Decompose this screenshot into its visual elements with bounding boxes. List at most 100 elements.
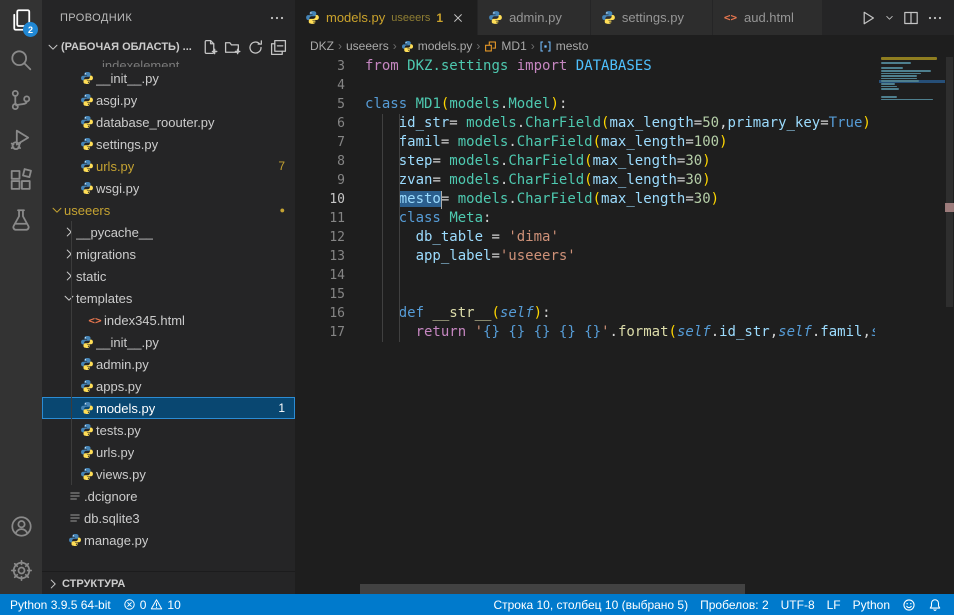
breadcrumb-mesto[interactable]: mesto [539,39,589,53]
warning-count: 10 [167,598,180,612]
tree-item-models-py[interactable]: models.py1 [42,397,295,419]
code-token: class [365,96,407,112]
tree-item-database-roouter-py[interactable]: database_roouter.py [42,111,295,133]
code-token: models [458,191,509,207]
interpreter-label: Python 3.9.5 64-bit [10,598,111,612]
refresh-icon[interactable] [247,39,264,56]
tree-item-static[interactable]: static [42,265,295,287]
tree-item-manage-py[interactable]: manage.py [42,529,295,551]
tree-item--pycache-[interactable]: __pycache__ [42,221,295,243]
tab-admin-py[interactable]: admin.py [478,0,591,35]
tree-item--init-py[interactable]: __init__.py [42,67,295,89]
code-token: : [483,210,491,226]
python-interpreter-status[interactable]: Python 3.9.5 64-bit [4,594,117,615]
tree-item-asgi-py[interactable]: asgi.py [42,89,295,111]
line-number: 6 [295,114,345,133]
activity-item-manage[interactable] [0,548,42,592]
tree-item-label: urls.py [96,445,134,460]
search-icon [9,48,33,72]
new-folder-icon[interactable] [224,39,241,56]
tree-item-wsgi-py[interactable]: wsgi.py [42,177,295,199]
status-indentation[interactable]: Пробелов: 2 [694,594,775,615]
vertical-scrollbar[interactable] [945,35,954,594]
tab-models-py[interactable]: models.pyuseeers1 [295,0,478,35]
tree-item--dcignore[interactable]: .dcignore [42,485,295,507]
run-python-file[interactable] [857,6,879,30]
tree-item-migrations[interactable]: migrations [42,243,295,265]
tree-item--init-py[interactable]: __init__.py [42,331,295,353]
status-eol[interactable]: LF [821,594,847,615]
code-area[interactable]: 3from DKZ.settings import DATABASES45cla… [295,57,875,357]
code-token [567,58,575,74]
tree-item-settings-py[interactable]: settings.py [42,133,295,155]
tree-item-templates[interactable]: templates [42,287,295,309]
bell-icon [928,598,942,612]
notifications-bell[interactable] [922,594,948,615]
tweet-feedback[interactable] [896,594,922,615]
more-actions[interactable] [924,6,946,30]
tree-item-index345-html[interactable]: <>index345.html [42,309,295,331]
tree-item-db-sqlite3[interactable]: db.sqlite3 [42,507,295,529]
tab-label: aud.html [744,10,794,25]
code-token: import [517,58,568,74]
code-token: . [508,134,516,150]
tree-item-urls-py[interactable]: urls.py7 [42,155,295,177]
close-icon [452,12,464,24]
run-dropdown[interactable] [881,6,898,30]
minimap[interactable] [879,57,945,187]
activity-item-run-debug[interactable] [0,120,42,160]
activity-item-extensions[interactable] [0,160,42,200]
tab-aud-html[interactable]: <>aud.html [713,0,823,35]
code-token: max_length [593,153,677,169]
code-token: zvan [399,172,433,188]
code-token: CharField [508,172,584,188]
problems-status[interactable]: 010 [117,594,187,615]
tree-item-useeers[interactable]: useeers● [42,199,295,221]
outline-section-label: СТРУКТУРА [62,578,125,590]
horizontal-scrollbar-slider[interactable] [360,584,745,594]
tree-item-views-py[interactable]: views.py [42,463,295,485]
outline-section-header[interactable]: СТРУКТУРА [42,571,295,594]
breadcrumb-useeers[interactable]: useeers [346,39,389,53]
indentation-label: Пробелов: 2 [700,598,769,612]
code-token: , [770,324,778,340]
extensions-icon [9,168,33,192]
tree-item-label: asgi.py [96,93,137,108]
tree-item-apps-py[interactable]: apps.py [42,375,295,397]
python-icon [80,357,94,371]
tree-item-label: apps.py [96,379,142,394]
tree-item-tests-py[interactable]: tests.py [42,419,295,441]
status-encoding[interactable]: UTF-8 [775,594,821,615]
activity-item-source-control[interactable] [0,80,42,120]
line-content: mesto= models.CharField(max_length=30) [365,190,719,209]
more-actions-icon[interactable] [269,10,285,26]
status-language-mode[interactable]: Python [847,594,896,615]
activity-item-accounts[interactable] [0,504,42,548]
workspace-section-header[interactable]: (РАБОЧАЯ ОБЛАСТЬ) ... [42,35,295,59]
status-cursor-position[interactable]: Строка 10, столбец 10 (выбрано 5) [487,594,694,615]
code-token: : [542,305,550,321]
code-token: Model [508,96,550,112]
split-editor[interactable] [900,6,922,30]
chevron-right-icon [62,247,76,261]
breadcrumb-models-py[interactable]: models.py [401,39,473,53]
minimap-line [881,75,917,77]
tab-settings-py[interactable]: settings.py [591,0,713,35]
code-token: famil [399,134,441,150]
line-number: 10 [295,190,345,209]
activity-item-search[interactable] [0,40,42,80]
tree-item-label: models.py [96,401,155,416]
cursor-position-label: Строка 10, столбец 10 (выбрано 5) [493,598,688,612]
collapse-all-icon[interactable] [270,39,287,56]
close-icon[interactable] [449,9,467,27]
breadcrumb-md1[interactable]: MD1 [484,39,526,53]
breadcrumb-dkz[interactable]: DKZ [310,39,334,53]
tree-item-urls-py[interactable]: urls.py [42,441,295,463]
activity-item-testing[interactable] [0,200,42,240]
code-token: {} [483,324,500,340]
tree-item-admin-py[interactable]: admin.py [42,353,295,375]
vertical-scrollbar-slider[interactable] [946,57,953,307]
sidebar-title-row: ПРОВОДНИК [42,0,295,35]
new-file-icon[interactable] [201,39,218,56]
activity-item-explorer[interactable]: 2 [0,0,42,40]
